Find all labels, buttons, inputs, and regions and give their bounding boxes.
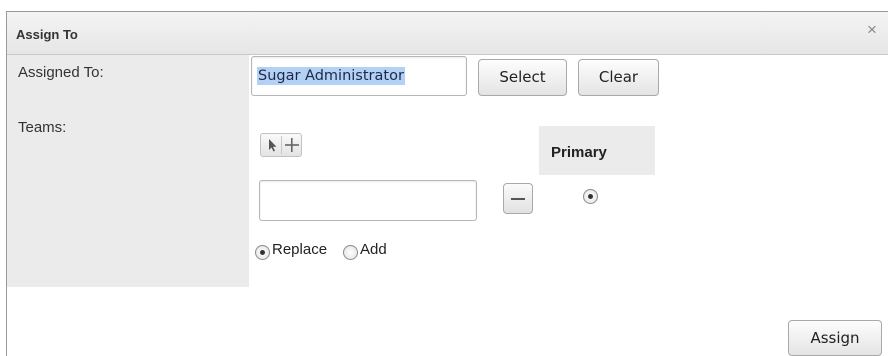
radio-selected-dot bbox=[588, 194, 593, 199]
select-button[interactable]: Select bbox=[478, 59, 567, 96]
dialog-title: Assign To bbox=[16, 27, 78, 42]
add-radio[interactable] bbox=[343, 245, 358, 260]
assigned-to-label: Assigned To: bbox=[18, 64, 104, 81]
dialog-titlebar: Assign To bbox=[7, 12, 888, 55]
replace-label: Replace bbox=[272, 241, 328, 258]
primary-radio[interactable] bbox=[583, 189, 598, 204]
assigned-to-input[interactable]: Sugar Administrator bbox=[251, 56, 467, 96]
teams-label: Teams: bbox=[18, 119, 67, 136]
remove-team-button[interactable] bbox=[503, 183, 533, 214]
replace-radio[interactable] bbox=[255, 245, 270, 260]
toolbar-divider bbox=[281, 136, 282, 154]
radio-selected-dot bbox=[260, 250, 265, 255]
assigned-to-value: Sugar Administrator bbox=[257, 67, 405, 85]
team-name-input[interactable] bbox=[259, 180, 477, 221]
clear-button[interactable]: Clear bbox=[578, 59, 659, 96]
assign-button[interactable]: Assign bbox=[788, 320, 882, 356]
cursor-arrow-icon[interactable] bbox=[265, 137, 279, 153]
plus-icon[interactable] bbox=[284, 137, 300, 153]
close-icon[interactable]: × bbox=[867, 20, 877, 40]
team-actions-toolbar bbox=[260, 133, 302, 157]
minus-icon bbox=[511, 198, 525, 200]
label-column bbox=[7, 55, 249, 287]
primary-header-label: Primary bbox=[551, 144, 607, 161]
primary-column-header: Primary bbox=[539, 126, 655, 175]
add-label: Add bbox=[360, 241, 387, 258]
